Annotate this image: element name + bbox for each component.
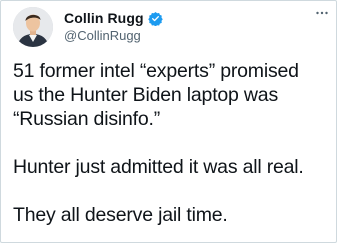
tweet-author: Collin Rugg @CollinRugg	[64, 9, 163, 43]
tweet-text-line: Hunter just admitted it was all real.	[13, 156, 304, 178]
tweet-text-line: They all deserve jail time.	[13, 204, 228, 226]
tweet-text: 51 former intel “experts” promised us th…	[13, 59, 335, 227]
author-display-name[interactable]: Collin Rugg	[64, 10, 144, 26]
tweet-text-line: us the Hunter Biden laptop was	[13, 84, 279, 106]
avatar[interactable]	[13, 7, 53, 47]
tweet-text-line: “Russian disinfo.”	[13, 108, 161, 130]
tweet-text-line: 51 former intel “experts” promised	[13, 60, 299, 82]
more-horizontal-icon[interactable]	[314, 5, 330, 21]
person-avatar-icon	[13, 7, 53, 47]
tweet-card[interactable]: Collin Rugg @CollinRugg 51 former intel …	[0, 0, 337, 243]
author-name-row: Collin Rugg	[64, 9, 163, 27]
verified-badge-icon	[147, 11, 163, 26]
author-handle[interactable]: @CollinRugg	[64, 28, 163, 43]
